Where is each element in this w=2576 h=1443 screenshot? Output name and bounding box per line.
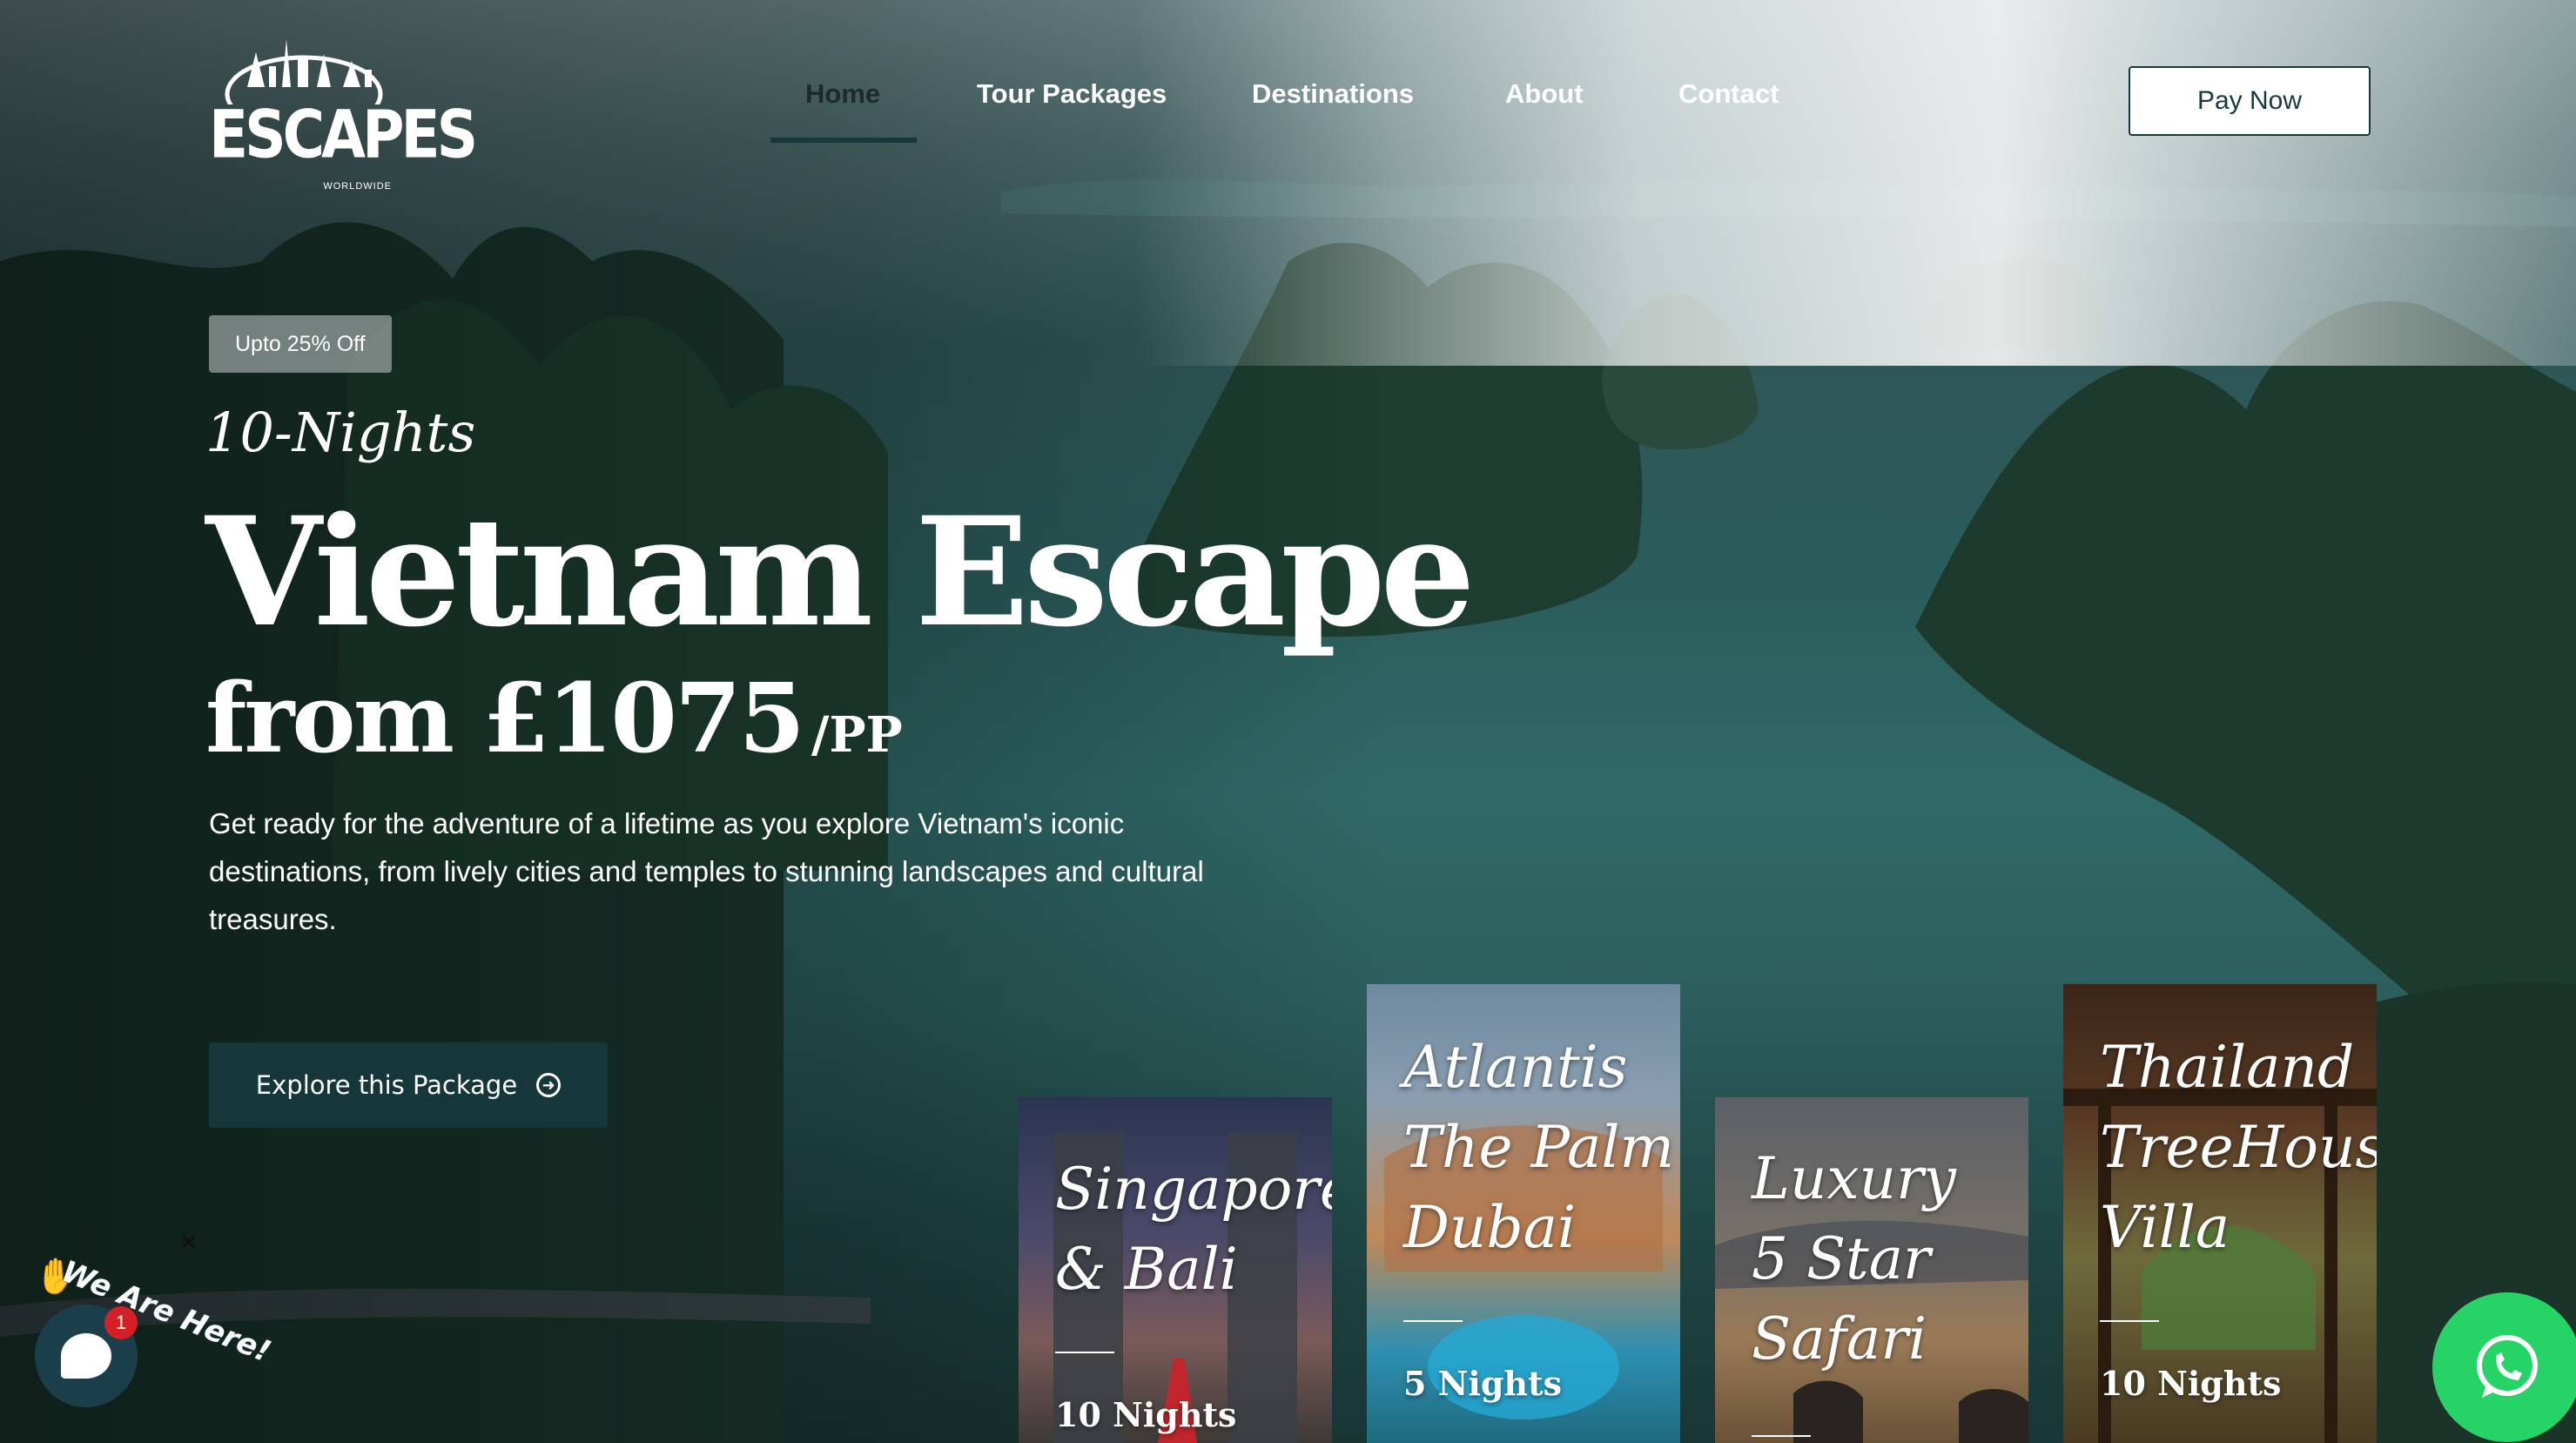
package-card-thailand-treehouse[interactable]: Thailand TreeHouse Villa 10 Nights bbox=[2063, 984, 2377, 1443]
card-divider bbox=[1403, 1320, 1463, 1322]
arrow-right-circle-icon: ➜ bbox=[536, 1073, 562, 1097]
discount-badge: Upto 25% Off bbox=[209, 315, 392, 373]
package-title: Luxury 5 Star Safari bbox=[1752, 1145, 1956, 1372]
hero-description: Get ready for the adventure of a lifetim… bbox=[209, 807, 1204, 935]
whatsapp-icon bbox=[2432, 1292, 2576, 1442]
chat-bubble-glyph bbox=[61, 1333, 111, 1379]
price-amount: from £1075 bbox=[205, 662, 805, 774]
explore-package-button[interactable]: Explore this Package ➜ bbox=[209, 1042, 608, 1128]
package-card-singapore-bali[interactable]: Singapore & Bali 10 Nights bbox=[1019, 1097, 1332, 1443]
nav-contact[interactable]: Contact bbox=[1678, 78, 1779, 139]
logo-wordmark: ESCAPES bbox=[209, 96, 478, 173]
card-divider bbox=[1752, 1435, 1811, 1437]
package-title: Singapore & Bali bbox=[1055, 1156, 1332, 1303]
close-icon[interactable]: × bbox=[181, 1228, 197, 1258]
card-divider bbox=[2100, 1320, 2159, 1322]
unread-count-badge: 1 bbox=[104, 1306, 138, 1339]
nav-active-indicator bbox=[770, 138, 917, 143]
live-chat-widget: × ✋ We Are Here! 1 bbox=[26, 1228, 275, 1419]
nav-home[interactable]: Home bbox=[805, 78, 880, 139]
nav-destinations[interactable]: Destinations bbox=[1252, 78, 1414, 139]
explore-button-label: Explore this Package bbox=[255, 1070, 518, 1100]
nav-tour-packages[interactable]: Tour Packages bbox=[977, 78, 1167, 139]
hero-price: from £1075/PP bbox=[205, 662, 903, 774]
whatsapp-button[interactable] bbox=[2432, 1292, 2576, 1442]
whatsapp-glyph bbox=[2477, 1335, 2538, 1398]
package-title: Atlantis The Palm Dubai bbox=[1403, 1034, 1675, 1261]
price-suffix: /PP bbox=[811, 706, 903, 764]
hero-nights: 10-Nights bbox=[205, 401, 476, 464]
package-nights: 10 Nights bbox=[1055, 1395, 1237, 1434]
logo-tagline: WORLDWIDE bbox=[323, 181, 392, 192]
package-card-luxury-safari[interactable]: Luxury 5 Star Safari bbox=[1715, 1097, 2028, 1443]
hero-title: Vietnam Escape bbox=[205, 483, 1476, 660]
globe-skyline-icon bbox=[225, 39, 383, 105]
pay-now-button[interactable]: Pay Now bbox=[2129, 66, 2371, 136]
package-card-atlantis-dubai[interactable]: Atlantis The Palm Dubai 5 Nights bbox=[1367, 984, 1680, 1443]
nav-about[interactable]: About bbox=[1505, 78, 1584, 139]
package-nights: 10 Nights bbox=[2100, 1364, 2282, 1403]
card-divider bbox=[1055, 1352, 1114, 1353]
package-nights: 5 Nights bbox=[1403, 1364, 1562, 1403]
package-title: Thailand TreeHouse Villa bbox=[2100, 1034, 2377, 1261]
escapes-logo[interactable]: ESCAPES WORLDWIDE bbox=[209, 26, 478, 192]
